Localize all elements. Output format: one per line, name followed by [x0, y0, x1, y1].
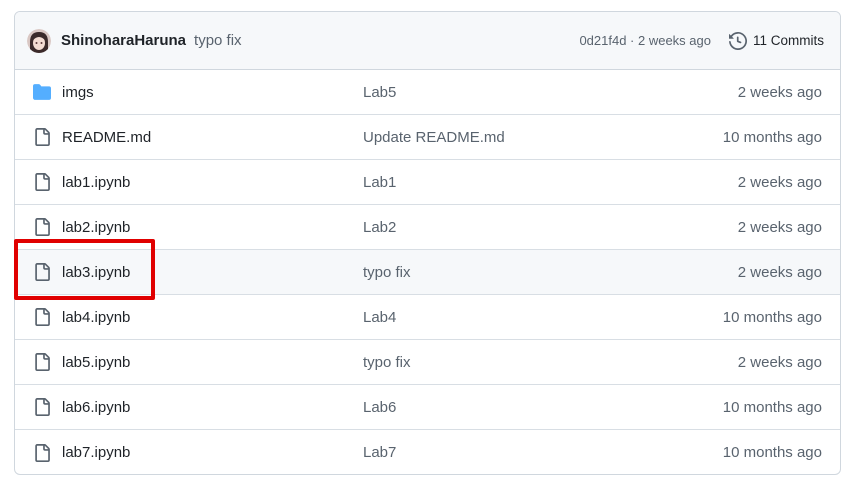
file-commit-message-link[interactable]: Lab1: [363, 174, 738, 191]
file-name-link[interactable]: lab5.ipynb: [62, 354, 363, 371]
folder-icon: [33, 83, 51, 101]
file-name-link[interactable]: imgs: [62, 84, 363, 101]
file-icon: [33, 128, 51, 146]
file-row[interactable]: imgs Lab5 2 weeks ago: [15, 70, 840, 115]
commit-author-link[interactable]: ShinoharaHaruna: [61, 32, 186, 49]
commits-history-link[interactable]: 11 Commits: [728, 31, 824, 50]
file-icon: [33, 173, 51, 191]
file-icon: [33, 398, 51, 416]
file-commit-message-link[interactable]: typo fix: [363, 264, 738, 281]
file-row[interactable]: lab7.ipynb Lab7 10 months ago: [15, 430, 840, 474]
file-row[interactable]: lab3.ipynb typo fix 2 weeks ago: [15, 250, 840, 295]
author-avatar[interactable]: [27, 28, 51, 53]
commit-hash-and-time[interactable]: 0d21f4d · 2 weeks ago: [579, 33, 711, 48]
file-name-link[interactable]: lab2.ipynb: [62, 219, 363, 236]
latest-commit-header: ShinoharaHaruna typo fix 0d21f4d · 2 wee…: [15, 12, 840, 70]
file-browser-panel: ShinoharaHaruna typo fix 0d21f4d · 2 wee…: [14, 11, 841, 475]
file-name-link[interactable]: lab6.ipynb: [62, 399, 363, 416]
file-row[interactable]: README.md Update README.md 10 months ago: [15, 115, 840, 160]
file-commit-message-link[interactable]: Lab4: [363, 309, 723, 326]
file-commit-age: 10 months ago: [722, 308, 822, 326]
file-row[interactable]: lab1.ipynb Lab1 2 weeks ago: [15, 160, 840, 205]
file-commit-message-link[interactable]: Update README.md: [363, 129, 723, 146]
file-commit-age: 10 months ago: [722, 128, 822, 146]
file-list: imgs Lab5 2 weeks ago README.md Update READM…: [15, 70, 840, 474]
file-row[interactable]: lab6.ipynb Lab6 10 months ago: [15, 385, 840, 430]
file-commit-message-link[interactable]: typo fix: [363, 354, 738, 371]
file-row[interactable]: lab5.ipynb typo fix 2 weeks ago: [15, 340, 840, 385]
file-commit-message-link[interactable]: Lab2: [363, 219, 738, 236]
file-row[interactable]: lab2.ipynb Lab2 2 weeks ago: [15, 205, 840, 250]
file-commit-age: 10 months ago: [722, 398, 822, 416]
history-icon: [728, 31, 747, 50]
file-name-link[interactable]: README.md: [62, 129, 363, 146]
file-row[interactable]: lab4.ipynb Lab4 10 months ago: [15, 295, 840, 340]
file-commit-message-link[interactable]: Lab6: [363, 399, 723, 416]
file-commit-age: 2 weeks ago: [737, 83, 822, 101]
file-name-link[interactable]: lab3.ipynb: [62, 264, 363, 281]
file-commit-age: 2 weeks ago: [737, 218, 822, 236]
file-commit-age: 10 months ago: [722, 444, 822, 461]
file-icon: [33, 263, 51, 281]
latest-commit-message[interactable]: typo fix: [194, 32, 242, 49]
file-commit-message-link[interactable]: Lab7: [363, 444, 723, 461]
file-commit-age: 2 weeks ago: [737, 263, 822, 281]
file-commit-age: 2 weeks ago: [737, 173, 822, 191]
file-commit-age: 2 weeks ago: [737, 353, 822, 371]
commits-count-label: 11 Commits: [752, 33, 824, 48]
file-name-link[interactable]: lab7.ipynb: [62, 444, 363, 461]
file-icon: [33, 218, 51, 236]
file-icon: [33, 353, 51, 371]
file-icon: [33, 308, 51, 326]
file-name-link[interactable]: lab1.ipynb: [62, 174, 363, 191]
file-icon: [33, 443, 51, 462]
file-commit-message-link[interactable]: Lab5: [363, 84, 738, 101]
file-name-link[interactable]: lab4.ipynb: [62, 309, 363, 326]
